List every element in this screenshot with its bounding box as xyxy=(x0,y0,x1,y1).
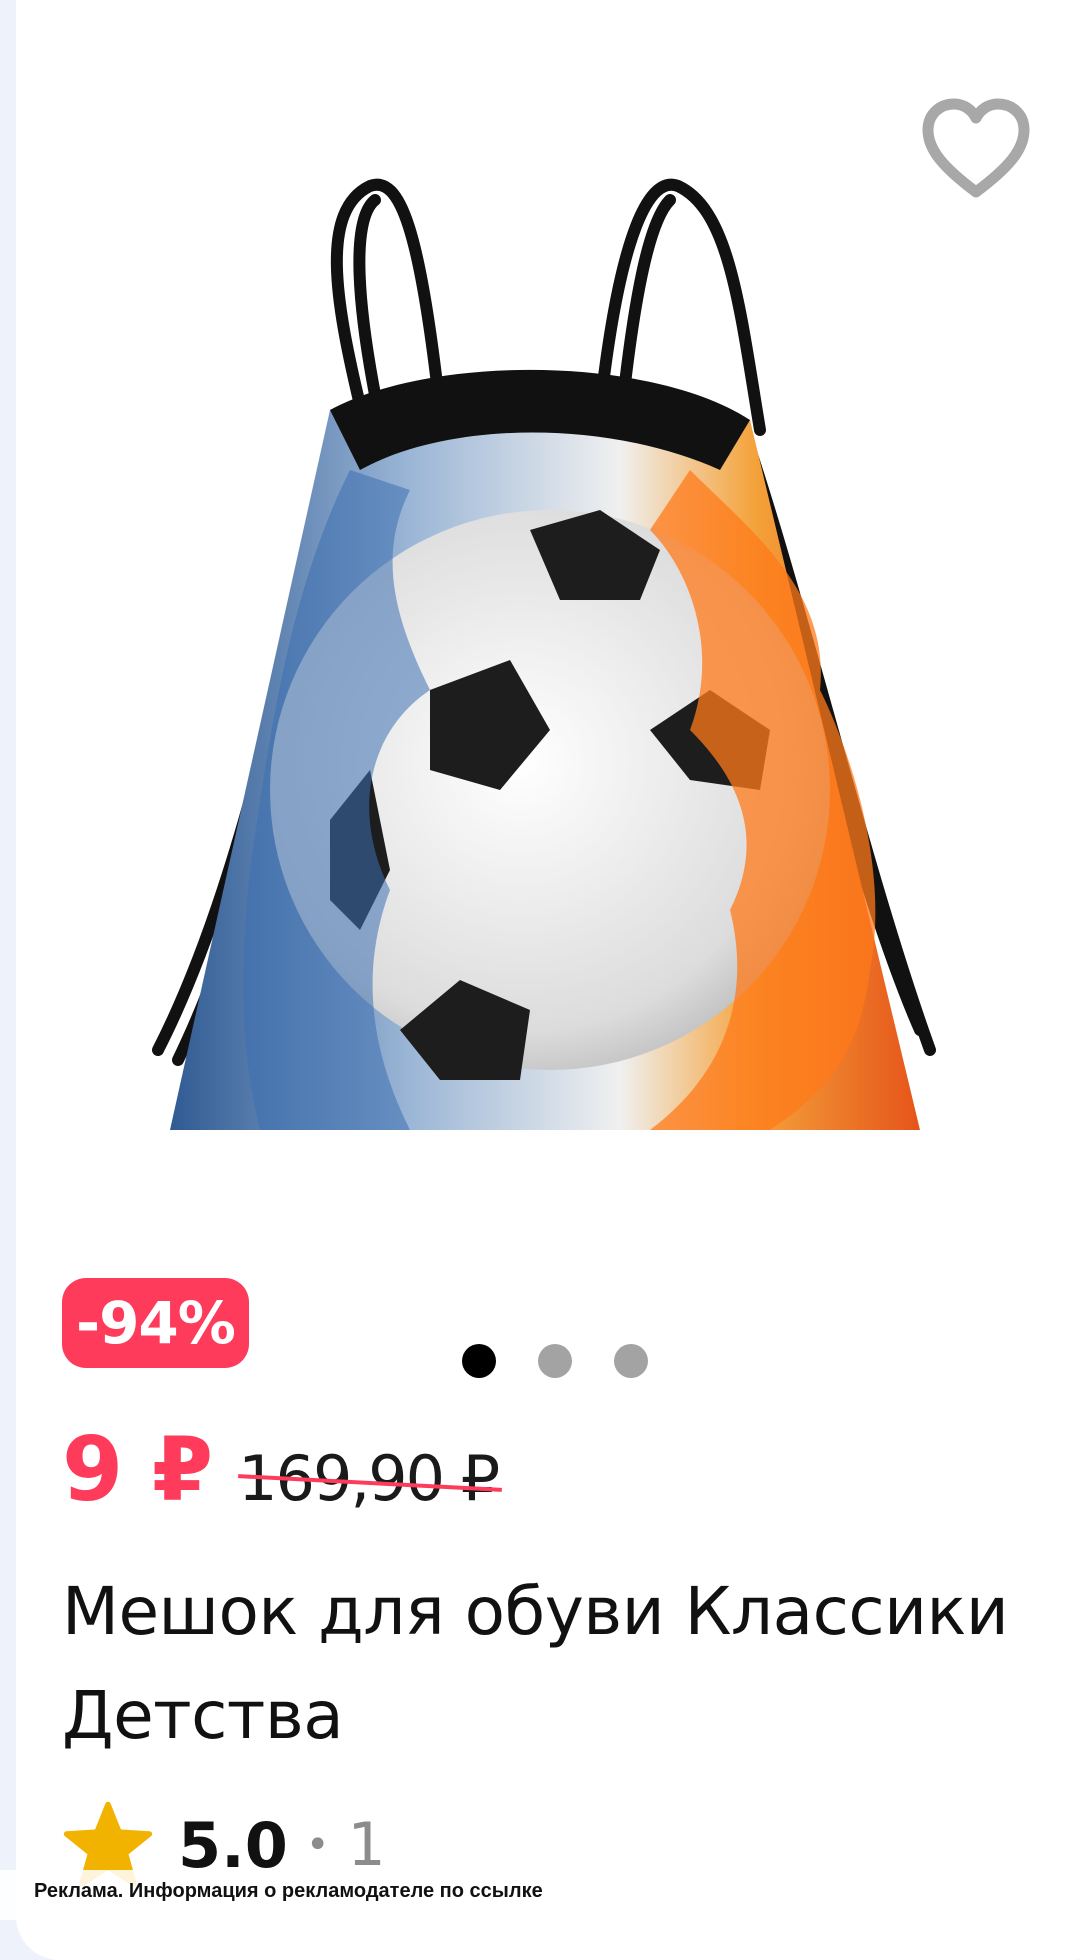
current-price: 9 ₽ xyxy=(62,1418,213,1521)
old-price: 169,90 ₽ xyxy=(238,1429,500,1529)
ad-disclaimer-bar[interactable]: Реклама. Информация о рекламодателе по с… xyxy=(0,1870,1080,1920)
carousel-dot-3[interactable] xyxy=(614,1344,648,1378)
carousel-dot-1[interactable] xyxy=(462,1344,496,1378)
carousel-dot-2[interactable] xyxy=(538,1344,572,1378)
image-carousel-indicator xyxy=(462,1344,648,1378)
price-row: 9 ₽ 169,90 ₽ xyxy=(62,1418,500,1529)
ad-disclaimer-text[interactable]: Реклама. Информация о рекламодателе по с… xyxy=(34,1880,543,1903)
product-title[interactable]: Мешок для обуви Классики Детства xyxy=(62,1560,1052,1768)
rating-separator: • xyxy=(305,1822,330,1868)
discount-badge: -94% xyxy=(62,1278,249,1368)
product-image[interactable] xyxy=(130,170,960,1160)
